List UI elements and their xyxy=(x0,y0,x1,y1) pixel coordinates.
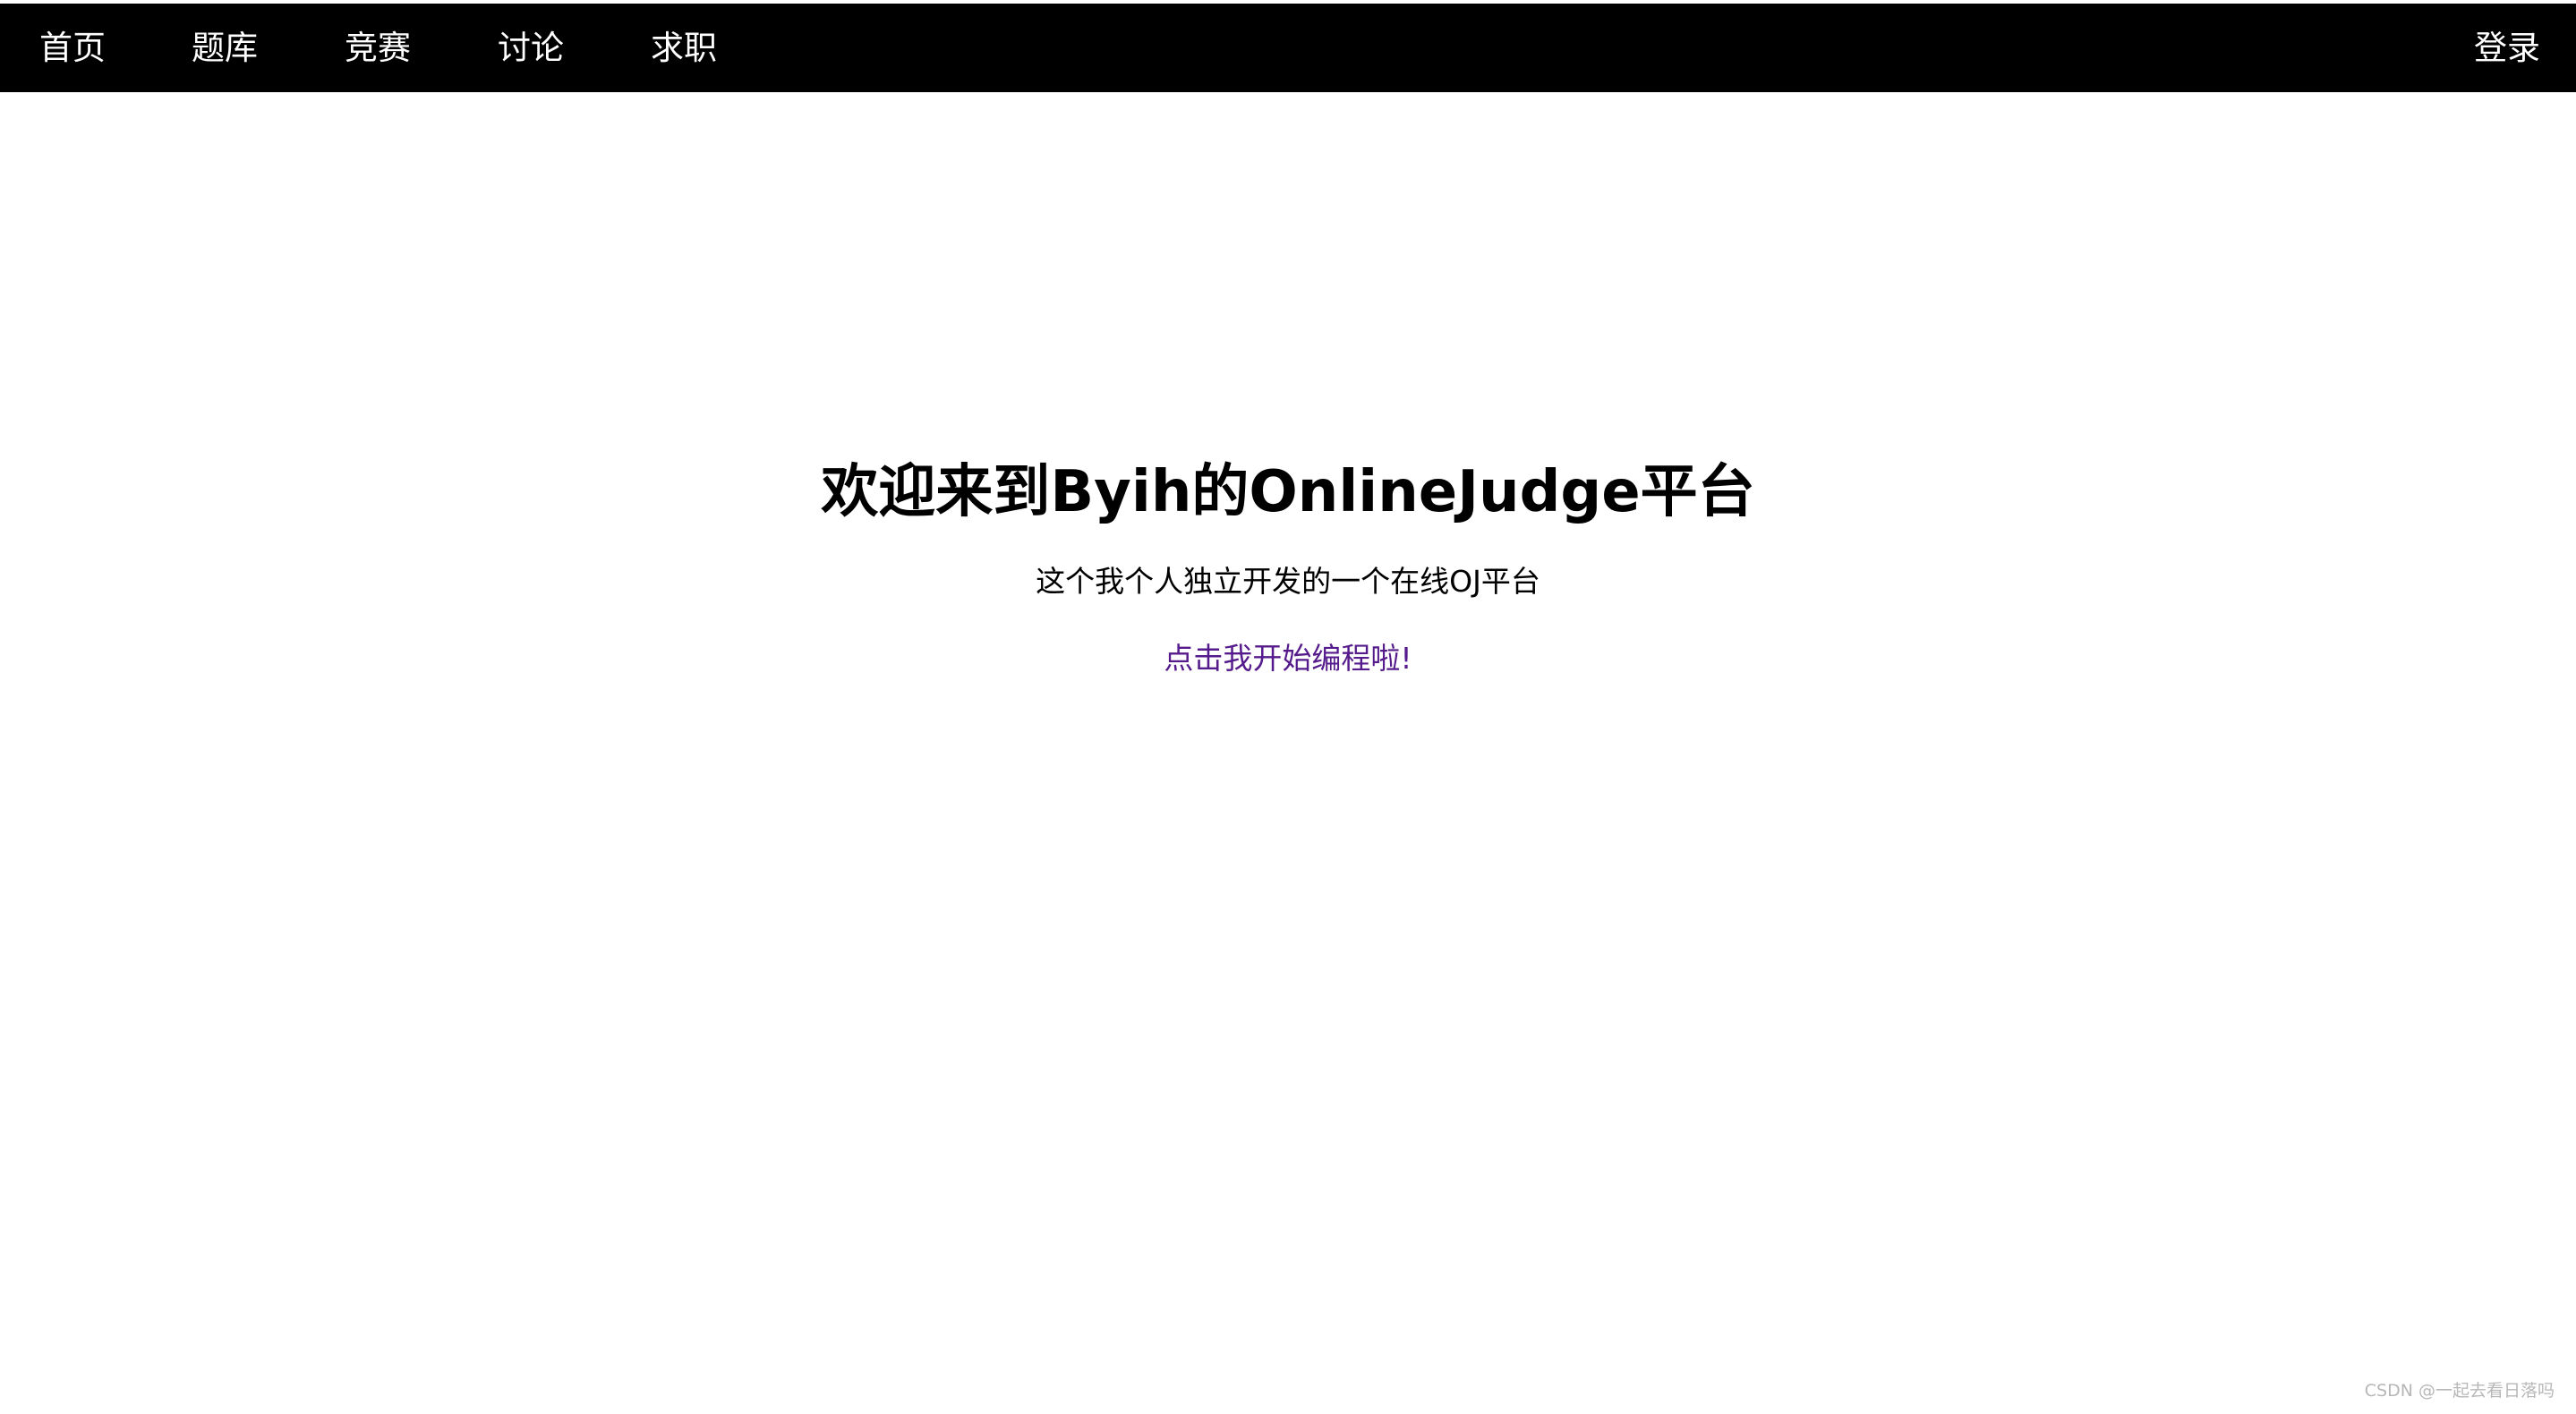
nav-item-discussion[interactable]: 讨论 xyxy=(498,4,564,92)
hero-section: 欢迎来到Byih的OnlineJudge平台 这个我个人独立开发的一个在线OJ平… xyxy=(0,452,2576,681)
nav-item-home[interactable]: 首页 xyxy=(39,4,106,92)
start-coding-link[interactable]: 点击我开始编程啦! xyxy=(1164,636,1412,681)
nav-item-problem-bank[interactable]: 题库 xyxy=(192,4,258,92)
nav-item-jobs[interactable]: 求职 xyxy=(651,4,717,92)
login-link[interactable]: 登录 xyxy=(2474,4,2540,92)
hero-subtitle: 这个我个人独立开发的一个在线OJ平台 xyxy=(1036,564,1540,599)
top-navbar: 首页 题库 竞赛 讨论 求职 登录 xyxy=(0,4,2576,92)
page-title: 欢迎来到Byih的OnlineJudge平台 xyxy=(821,459,1755,525)
page: 首页 题库 竞赛 讨论 求职 登录 欢迎来到Byih的OnlineJudge平台… xyxy=(0,0,2576,1414)
watermark: CSDN @一起去看日落吗 xyxy=(2364,1381,2555,1401)
nav-item-contest[interactable]: 竞赛 xyxy=(345,4,411,92)
